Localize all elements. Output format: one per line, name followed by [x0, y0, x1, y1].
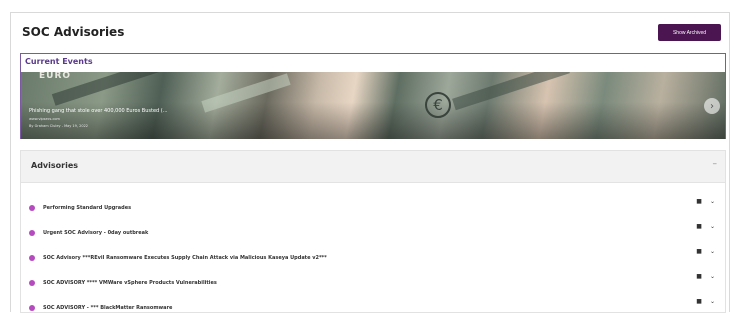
advisory-actions: ■ ⌄	[696, 223, 715, 230]
show-archived-button[interactable]: Show Archived	[658, 24, 721, 41]
advisory-item[interactable]: SOC ADVISORY **** VMWare vSphere Product…	[29, 277, 217, 289]
document-icon[interactable]: ■	[696, 273, 702, 280]
document-icon[interactable]: ■	[696, 248, 702, 255]
advisory-title[interactable]: SOC Advisory ***REvil Ransomware Execute…	[43, 255, 327, 261]
news-source[interactable]: www.vipsecs.com	[29, 117, 60, 121]
chevron-down-icon[interactable]: ⌄	[710, 223, 715, 230]
status-dot-icon	[29, 205, 35, 211]
advisory-item[interactable]: Urgent SOC Advisory - 0day outbreak	[29, 227, 148, 239]
document-icon[interactable]: ■	[696, 298, 702, 305]
news-byline: By Graham Cluley - May 19, 2022	[29, 124, 89, 128]
status-dot-icon	[29, 280, 35, 286]
advisories-title: Advisories	[31, 161, 79, 170]
chevron-down-icon[interactable]: ⌄	[710, 198, 715, 205]
page-title: SOC Advisories	[22, 25, 125, 39]
advisories-section: Advisories – Performing Standard Upgrade…	[20, 150, 726, 313]
advisory-title[interactable]: Urgent SOC Advisory - 0day outbreak	[43, 230, 148, 236]
banner-graphic	[201, 73, 291, 113]
advisory-item[interactable]: SOC Advisory ***REvil Ransomware Execute…	[29, 252, 327, 264]
advisory-title[interactable]: SOC ADVISORY - *** BlackMatter Ransomwar…	[43, 305, 172, 311]
chevron-down-icon[interactable]: ⌄	[710, 273, 715, 280]
advisories-header[interactable]: Advisories –	[21, 151, 725, 183]
document-icon[interactable]: ■	[696, 223, 702, 230]
chevron-right-icon: ›	[710, 100, 714, 112]
chevron-down-icon[interactable]: ⌄	[710, 248, 715, 255]
current-events-title: Current Events	[25, 57, 93, 66]
carousel-next-button[interactable]: ›	[704, 98, 720, 114]
news-carousel[interactable]: EURO € Phishing gang that stole over 400…	[21, 72, 725, 139]
soc-advisories-panel: SOC Advisories Show Archived Current Eve…	[10, 12, 730, 313]
document-icon[interactable]: ■	[696, 198, 702, 205]
advisory-item[interactable]: SOC ADVISORY - *** BlackMatter Ransomwar…	[29, 302, 172, 314]
banner-image-text: EURO	[39, 72, 72, 81]
current-events-section: Current Events EURO € Phishing gang that…	[20, 53, 726, 139]
euro-symbol-icon: €	[425, 92, 451, 118]
advisory-actions: ■ ⌄	[696, 298, 715, 305]
advisory-item[interactable]: Performing Standard Upgrades	[29, 202, 131, 214]
advisory-title[interactable]: SOC ADVISORY **** VMWare vSphere Product…	[43, 280, 217, 286]
advisory-actions: ■ ⌄	[696, 198, 715, 205]
chevron-down-icon[interactable]: ⌄	[710, 298, 715, 305]
status-dot-icon	[29, 230, 35, 236]
advisory-actions: ■ ⌄	[696, 248, 715, 255]
status-dot-icon	[29, 255, 35, 261]
collapse-icon[interactable]: –	[713, 159, 718, 169]
status-dot-icon	[29, 305, 35, 311]
news-headline[interactable]: Phishing gang that stole over 400,000 Eu…	[29, 108, 168, 114]
advisory-title[interactable]: Performing Standard Upgrades	[43, 205, 131, 211]
panel-header: SOC Advisories Show Archived	[11, 13, 729, 49]
advisory-actions: ■ ⌄	[696, 273, 715, 280]
banner-graphic	[452, 72, 570, 111]
